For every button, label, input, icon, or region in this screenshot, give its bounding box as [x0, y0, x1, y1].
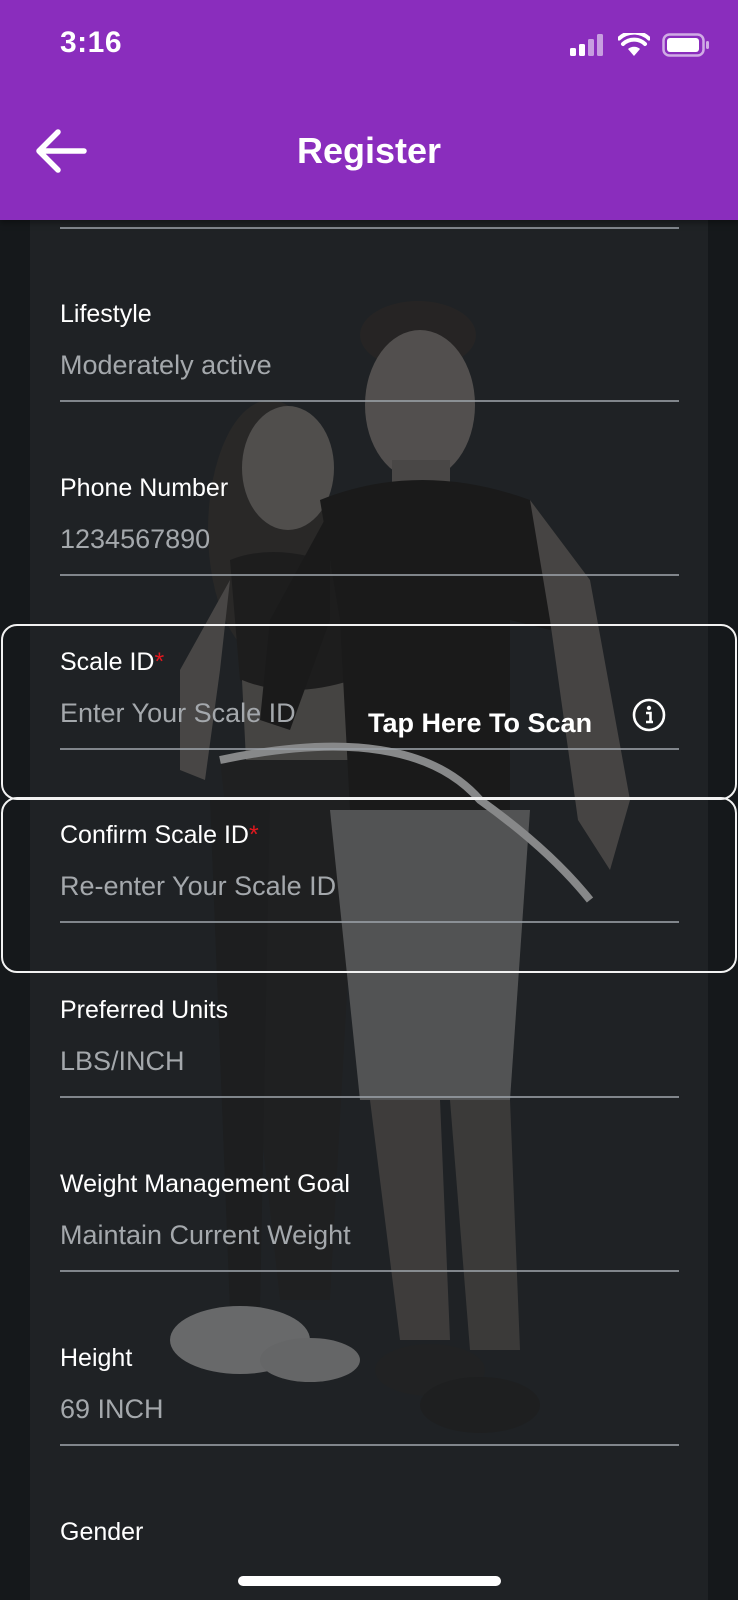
required-asterisk: * — [154, 648, 165, 676]
field-divider — [60, 574, 679, 576]
field-divider — [60, 921, 679, 923]
height-label: Height — [60, 1344, 133, 1372]
page-title: Register — [296, 130, 442, 171]
required-asterisk: * — [248, 821, 259, 849]
units-select[interactable]: LBS/INCH — [60, 1046, 185, 1077]
status-icons — [570, 30, 710, 60]
field-divider — [60, 1096, 679, 1098]
register-screen: Lifestyle Moderately active Phone Number… — [0, 0, 738, 1600]
confirm-scale-id-label: Confirm Scale ID* — [60, 821, 259, 850]
field-divider — [60, 1270, 679, 1272]
info-icon[interactable] — [631, 697, 667, 733]
field-divider — [60, 748, 679, 750]
wifi-icon — [618, 33, 650, 56]
battery-icon — [662, 33, 709, 57]
cellular-signal-icon — [570, 34, 603, 56]
phone-input[interactable]: 1234567890 — [60, 524, 210, 555]
lifestyle-select[interactable]: Moderately active — [60, 350, 272, 381]
phone-label: Phone Number — [60, 474, 229, 502]
scale-id-label-text: Scale ID — [60, 648, 155, 676]
registration-form: Lifestyle Moderately active Phone Number… — [0, 0, 738, 1600]
goal-label: Weight Management Goal — [60, 1170, 350, 1198]
lifestyle-label: Lifestyle — [60, 300, 152, 328]
tap-to-scan-button[interactable]: Tap Here To Scan — [368, 708, 592, 739]
confirm-scale-id-label-text: Confirm Scale ID — [60, 821, 249, 849]
goal-select[interactable]: Maintain Current Weight — [60, 1220, 351, 1251]
status-time: 3:16 — [60, 26, 123, 59]
units-label: Preferred Units — [60, 996, 229, 1024]
height-select[interactable]: 69 INCH — [60, 1394, 164, 1425]
field-divider — [60, 227, 679, 229]
scale-id-label: Scale ID* — [60, 648, 164, 677]
gender-label: Gender — [60, 1518, 144, 1546]
confirm-scale-id-input[interactable]: Re-enter Your Scale ID — [60, 871, 336, 902]
field-divider — [60, 1444, 679, 1446]
app-header: 3:16 Register — [0, 0, 738, 220]
scale-id-input[interactable]: Enter Your Scale ID — [60, 698, 296, 729]
field-divider — [60, 400, 679, 402]
home-indicator[interactable] — [238, 1576, 501, 1586]
